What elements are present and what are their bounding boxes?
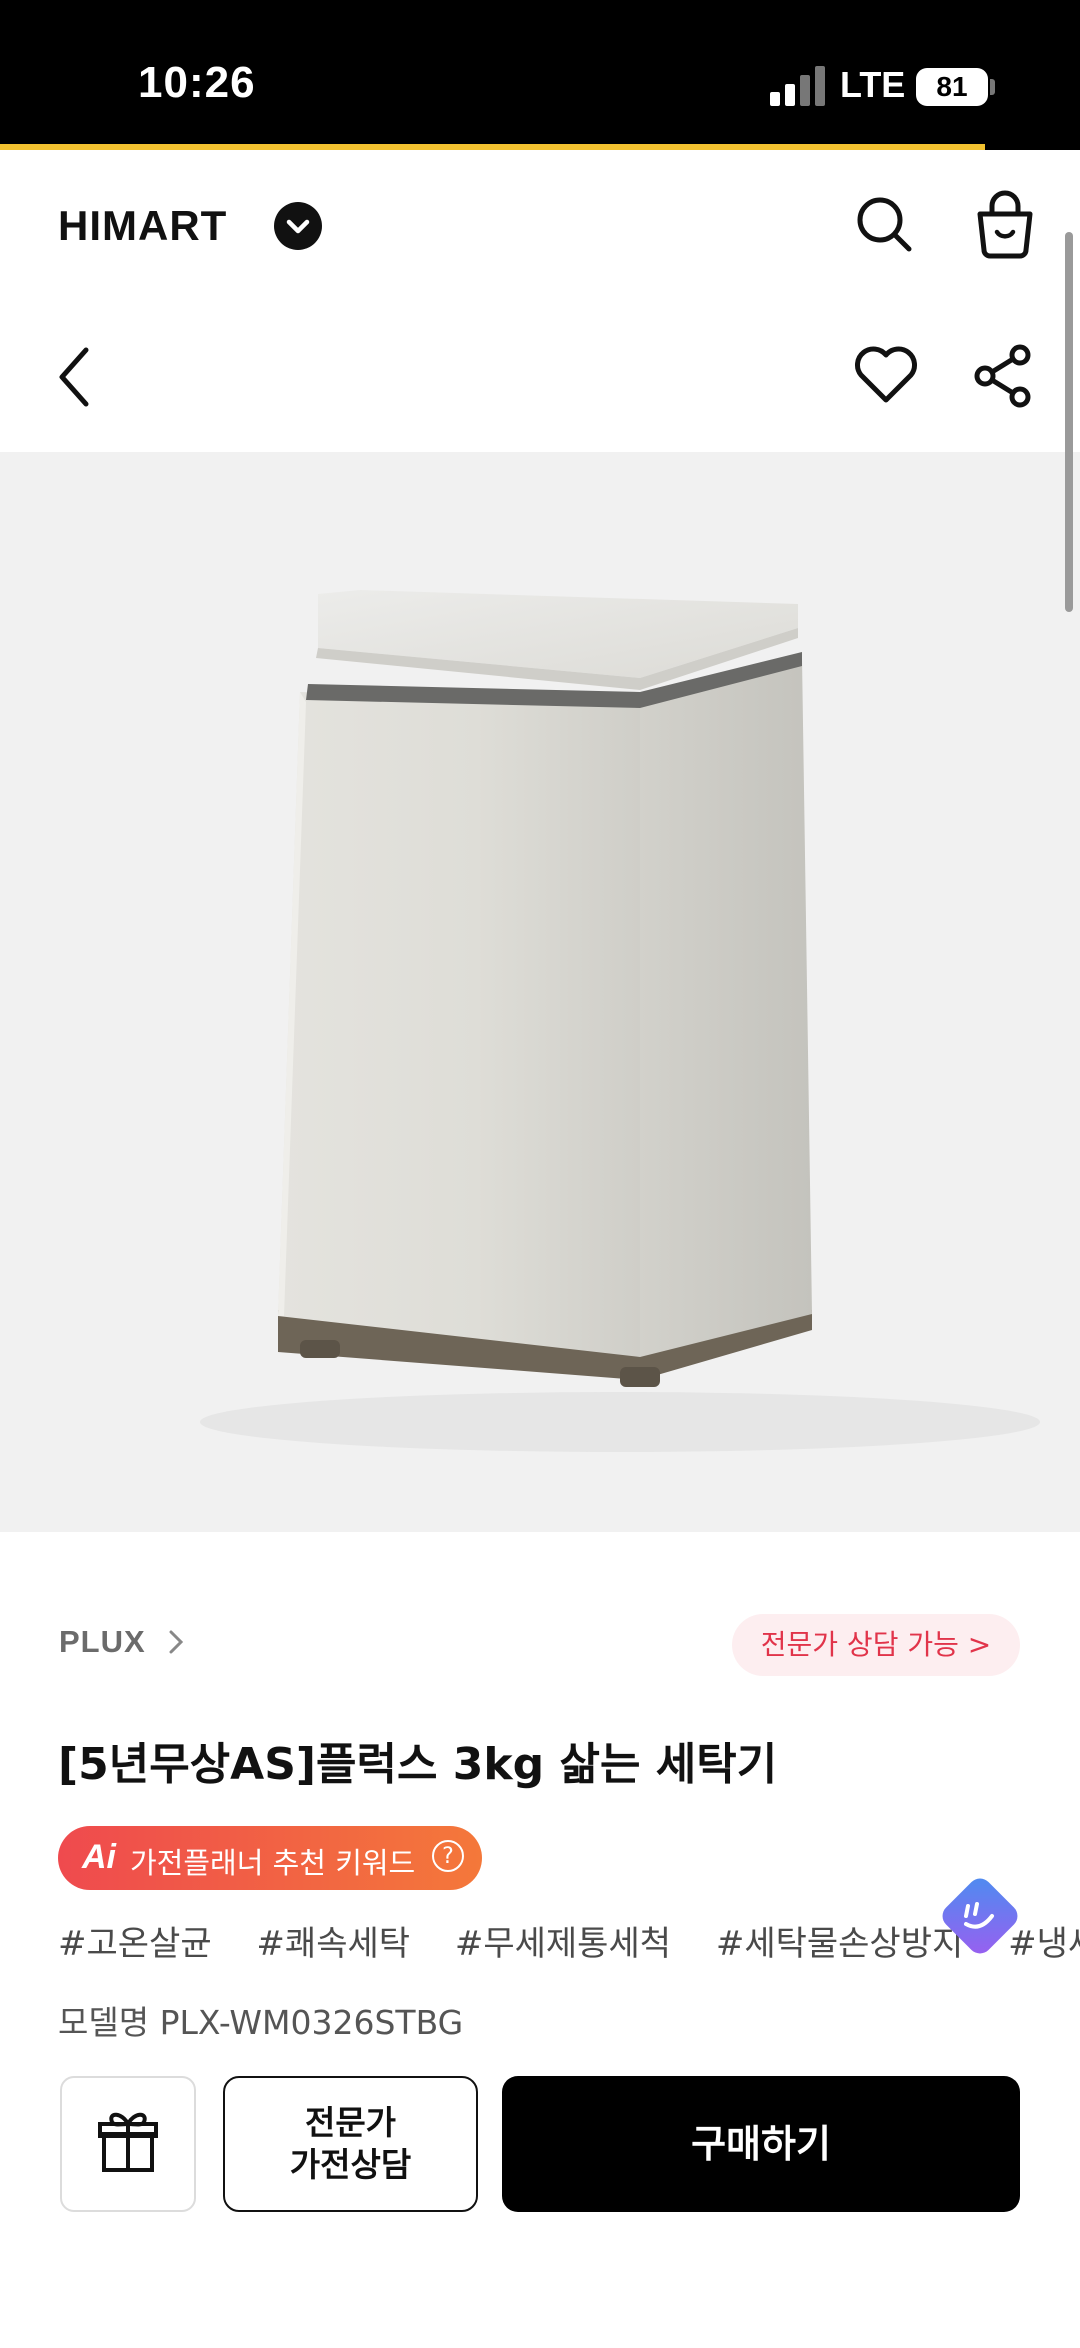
share-icon[interactable] [970,342,1036,410]
back-chevron-icon[interactable] [52,344,98,410]
battery-icon: 81 [916,68,988,106]
gift-button[interactable] [60,2076,196,2212]
product-title: [5년무상AS]플럭스 3kg 삶는 세탁기 [58,1739,778,1790]
keyword-tag[interactable]: #쾌속세탁 [256,1924,410,1964]
shopping-bag-icon[interactable] [972,190,1038,260]
ai-keyword-badge[interactable]: Ai 가전플래너 추천 키워드 ? [58,1826,482,1890]
brand-link[interactable]: PLUX [59,1624,187,1660]
keyword-tags: #고온살균 #쾌속세탁 #무세제통세척 #세탁물손상방지 #냉세 [58,1916,1080,1964]
ai-badge-label: 가전플래너 추천 키워드 [130,1846,416,1880]
keyword-tag[interactable]: #무세제통세척 [455,1924,671,1964]
himart-logo[interactable]: HIMART [58,202,227,250]
heart-icon[interactable] [852,344,920,406]
buy-button[interactable]: 구매하기 [502,2076,1020,2212]
brand-name: PLUX [59,1624,146,1659]
page-loading-track [985,144,1080,150]
chatbot-floating-icon[interactable] [930,1866,1030,1966]
page-scrollbar[interactable] [1065,232,1073,612]
chevron-right-icon [169,1630,184,1654]
status-time: 10:26 [138,58,256,107]
keyword-tag[interactable]: #고온살균 [58,1924,212,1964]
mall-switch-chevron-icon[interactable] [274,202,322,250]
signal-icon [770,66,826,106]
search-icon[interactable] [854,194,916,256]
expert-consult-badge[interactable]: 전문가 상담 가능 > [732,1614,1020,1676]
consult-label-line1: 전문가 [304,2103,397,2142]
network-type: LTE [840,64,906,105]
keyword-tag[interactable]: #세탁물손상방지 [716,1924,963,1964]
product-image[interactable] [0,452,1080,1532]
help-icon[interactable]: ? [432,1840,464,1872]
ai-logo-icon: Ai [82,1838,116,1876]
gift-icon [98,2112,158,2172]
battery-tip [990,79,995,95]
consult-label-line2: 가전상담 [289,2145,412,2184]
page-loading-bar [0,144,985,150]
expert-consult-button[interactable]: 전문가 가전상담 [223,2076,478,2212]
model-number: 모델명 PLX-WM0326STBG [58,2003,464,2042]
